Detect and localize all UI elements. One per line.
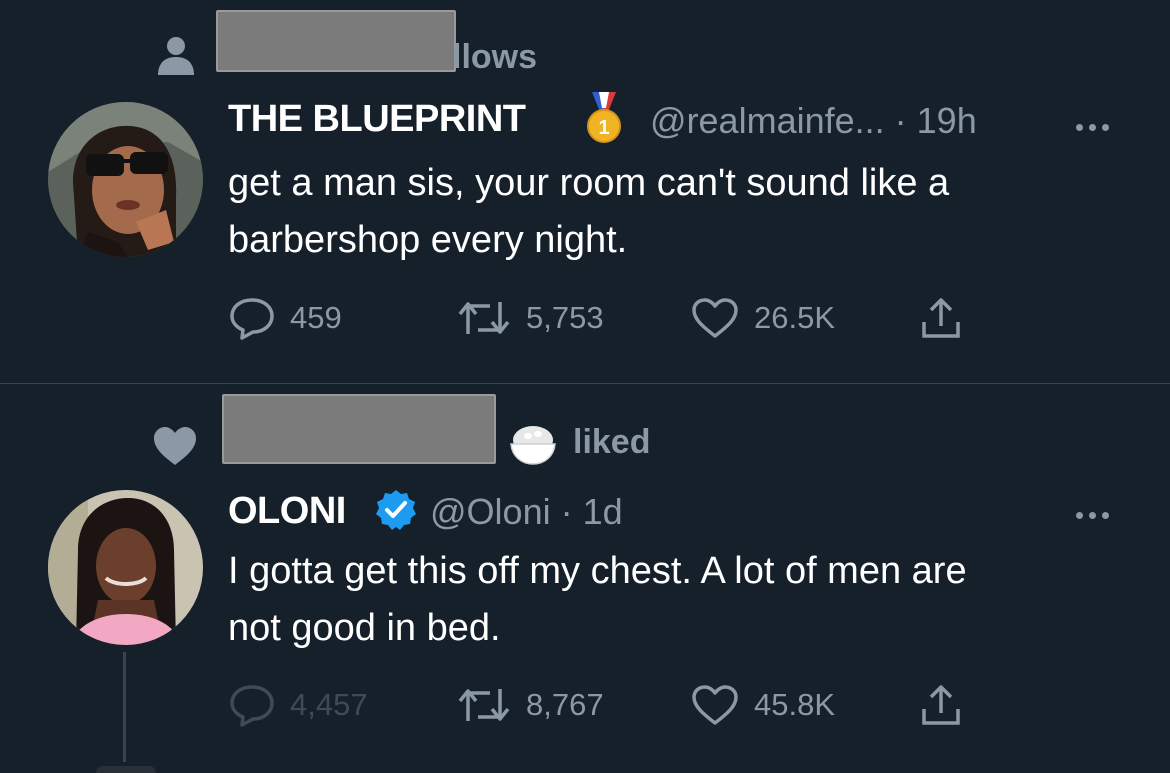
retweet-button-1[interactable]: 5,753	[456, 296, 604, 340]
gold-medal-icon: 1	[587, 92, 621, 143]
avatar-image	[48, 490, 203, 645]
tweet-text-line: not good in bed.	[228, 607, 501, 649]
timestamp-1[interactable]: · 19h	[895, 100, 977, 141]
person-icon	[158, 37, 194, 75]
share-icon[interactable]	[916, 296, 966, 342]
reply-button-2[interactable]: 4,457	[228, 683, 368, 727]
rice-bowl-icon	[510, 426, 556, 465]
retweet-count: 8,767	[526, 687, 604, 722]
heart-outline-icon	[692, 685, 738, 725]
heart-outline-icon	[692, 298, 738, 338]
next-avatar-peek	[96, 766, 156, 773]
handle-2[interactable]: @Oloni	[430, 491, 551, 532]
display-name-2[interactable]: OLONI	[228, 490, 346, 533]
tweet-text-line: I gotta get this off my chest. A lot of …	[228, 550, 967, 592]
like-button-1[interactable]: 26.5K	[690, 296, 835, 340]
retweet-button-2[interactable]: 8,767	[456, 683, 604, 727]
reply-count: 4,457	[290, 687, 368, 722]
avatar-oloni[interactable]	[48, 490, 203, 645]
handle-1[interactable]: @realmainfe...	[650, 100, 885, 141]
like-button-2[interactable]: 45.8K	[690, 683, 835, 727]
reply-count: 459	[290, 300, 342, 335]
reply-icon	[230, 685, 274, 727]
like-count: 45.8K	[754, 687, 836, 722]
tweet-text-line: get a man sis, your room can't sound lik…	[228, 162, 950, 204]
timestamp-2[interactable]: · 1d	[561, 491, 623, 532]
retweet-count: 5,753	[526, 300, 604, 335]
share-icon[interactable]	[916, 683, 966, 729]
reply-button-1[interactable]: 459	[228, 296, 342, 340]
redacted-username-1	[216, 10, 456, 72]
tweet-text-1: get a man sis, your room can't sound lik…	[228, 155, 1148, 269]
tweet-text-line: barbershop every night.	[228, 219, 628, 261]
reply-icon	[230, 298, 274, 340]
redacted-username-2	[222, 394, 496, 464]
svg-text:1: 1	[598, 117, 609, 139]
display-name-1[interactable]: THE BLUEPRINT	[228, 98, 526, 141]
avatar-the-blueprint[interactable]	[48, 102, 203, 257]
thread-line	[123, 652, 126, 762]
avatar-image	[48, 102, 203, 257]
retweet-icon	[458, 302, 510, 334]
retweet-icon	[458, 689, 510, 721]
social-context-text-2: liked	[573, 423, 651, 461]
tweet-text-2: I gotta get this off my chest. A lot of …	[228, 543, 1158, 657]
like-count: 26.5K	[754, 300, 836, 335]
more-options-icon-2[interactable]	[1073, 506, 1112, 524]
verified-badge-icon	[376, 490, 416, 530]
more-options-icon-1[interactable]	[1073, 118, 1112, 136]
tweet-divider	[0, 383, 1170, 384]
heart-filled-icon	[154, 427, 196, 465]
social-context-text-1: llows	[452, 38, 538, 76]
